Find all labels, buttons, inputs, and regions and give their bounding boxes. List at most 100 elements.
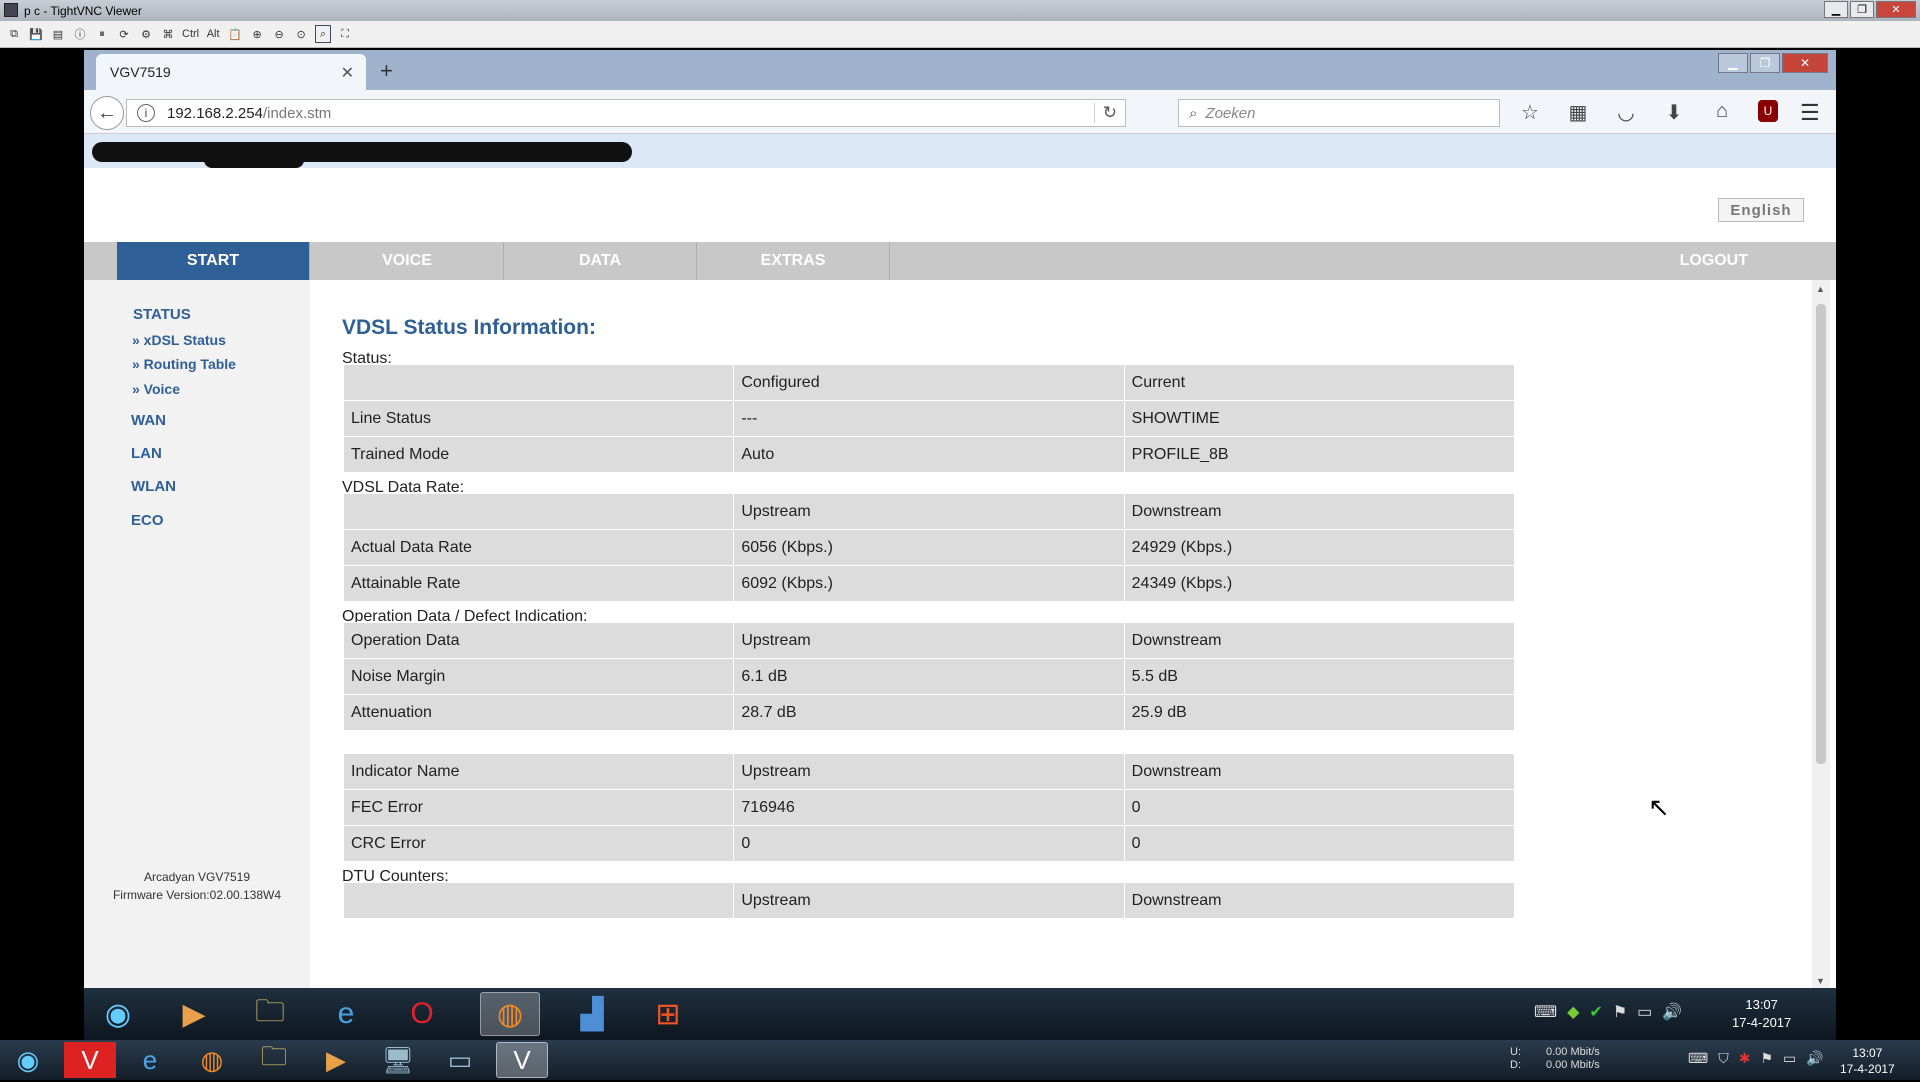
tray-volume-icon[interactable]: 🔊 xyxy=(1662,1002,1682,1022)
scrollbar-thumb[interactable] xyxy=(1816,304,1826,764)
local-tray-network-icon[interactable]: ▭ xyxy=(1783,1050,1796,1067)
main-menu: START VOICE DATA EXTRAS LOGOUT xyxy=(84,242,1836,280)
tray-network-icon[interactable]: ▭ xyxy=(1637,1002,1652,1022)
tightvnc-icon[interactable]: V xyxy=(496,1042,548,1078)
minimize-icon[interactable]: ▁ xyxy=(1824,1,1848,18)
menu-voice[interactable]: VOICE xyxy=(311,242,504,280)
remote-clock[interactable]: 13:07 17-4-2017 xyxy=(1732,996,1791,1032)
status-table: Configured Current Line Status --- SHOWTIME T… xyxy=(343,364,1515,473)
local-media-player-icon[interactable]: ▶ xyxy=(310,1042,362,1078)
logout-button[interactable]: LOGOUT xyxy=(1680,242,1748,280)
ublock-shield-icon[interactable]: U xyxy=(1758,100,1778,122)
menu-extras[interactable]: EXTRAS xyxy=(697,242,890,280)
windows-store-icon[interactable]: ⊞ xyxy=(638,992,698,1036)
tray-update-icon[interactable]: ✔ xyxy=(1589,1002,1602,1022)
local-clock[interactable]: 13:07 17-4-2017 xyxy=(1840,1045,1895,1077)
local-explorer-icon[interactable]: 🗀 xyxy=(248,1041,300,1078)
save-icon[interactable]: 💾 xyxy=(28,25,44,43)
table-row: Attenuation 28.7 dB 25.9 dB xyxy=(344,695,1514,730)
sidebar-sub-xdsl-status[interactable]: » xDSL Status xyxy=(132,332,226,348)
internet-explorer-icon[interactable]: e xyxy=(316,992,376,1036)
tray-keyboard-icon[interactable]: ⌨ xyxy=(1534,1002,1557,1022)
clipboard-icon[interactable]: 📋 xyxy=(227,25,243,43)
network-app-icon[interactable]: ▟ xyxy=(562,992,622,1036)
browser-close-icon[interactable]: ✕ xyxy=(1782,53,1828,73)
menu-data[interactable]: DATA xyxy=(504,242,697,280)
local-taskbar: ◉ V e ◍ 🗀 ▶ 🖥 ▭ V U: 0.00 Mbit/s D: 0.00 M… xyxy=(0,1040,1920,1080)
tray-flag-icon[interactable]: ⚑ xyxy=(1613,1002,1627,1022)
new-connection-icon[interactable]: ⧉ xyxy=(6,25,22,43)
ctrl-button[interactable]: Ctrl xyxy=(182,25,199,43)
sidebar-item-wlan[interactable]: WLAN xyxy=(131,478,176,495)
table-cell: PROFILE_8B xyxy=(1124,437,1514,472)
menu-hamburger-icon[interactable]: ☰ xyxy=(1800,100,1820,126)
alt-button[interactable]: Alt xyxy=(205,25,221,43)
site-info-icon[interactable]: i xyxy=(137,104,155,122)
local-firefox-icon[interactable]: ◍ xyxy=(186,1042,238,1078)
pause-icon[interactable]: ⏸ xyxy=(94,25,110,43)
info-icon[interactable]: ⓘ xyxy=(72,25,88,43)
tab-close-icon[interactable]: ✕ xyxy=(341,63,354,83)
local-tray-antivirus-icon[interactable]: ✱ xyxy=(1739,1050,1751,1067)
local-ie-icon[interactable]: e xyxy=(124,1042,176,1078)
scroll-down-icon[interactable]: ▼ xyxy=(1816,976,1825,986)
zoom-in-icon[interactable]: ⊕ xyxy=(249,25,265,43)
sidebar-item-eco[interactable]: ECO xyxy=(131,512,164,529)
language-button[interactable]: English xyxy=(1718,198,1804,222)
sidebar-item-status[interactable]: STATUS xyxy=(133,306,191,323)
fullscreen-icon[interactable]: ⛶ xyxy=(337,25,353,43)
local-start-orb-icon[interactable]: ◉ xyxy=(2,1042,54,1078)
table-row: Actual Data Rate 6056 (Kbps.) 24929 (Kbps.… xyxy=(344,530,1514,565)
remote-desktop-icon[interactable]: 🖥 xyxy=(372,1042,424,1078)
browser-restore-icon[interactable]: ❐ xyxy=(1750,53,1780,73)
search-input[interactable]: ⌕ Zoeken xyxy=(1178,99,1500,127)
vivaldi-icon[interactable]: V xyxy=(64,1042,116,1078)
tab-vgv7519[interactable]: VGV7519 ✕ xyxy=(96,54,366,90)
new-tab-icon[interactable]: + xyxy=(380,58,393,84)
back-arrow-icon[interactable]: ← xyxy=(90,96,124,130)
window-app-icon[interactable]: ▭ xyxy=(434,1042,486,1078)
local-tray-shield-icon[interactable]: ⛉ xyxy=(1718,1050,1729,1067)
sidebar-item-lan[interactable]: LAN xyxy=(131,445,162,462)
sidebar-item-wan[interactable]: WAN xyxy=(131,412,166,429)
pocket-icon[interactable]: ◡ xyxy=(1614,100,1638,125)
download-icon[interactable]: ⬇ xyxy=(1662,100,1686,125)
ctrl-alt-del-icon[interactable]: ⚙ xyxy=(138,25,154,43)
sidebar-sub-routing-table[interactable]: » Routing Table xyxy=(132,356,236,372)
media-player-icon[interactable]: ▶ xyxy=(164,992,224,1036)
url-bar[interactable]: i 192.168.2.254/index.stm ↻ xyxy=(126,99,1126,127)
scroll-up-icon[interactable]: ▲ xyxy=(1816,284,1825,294)
firefox-icon[interactable]: ◍ xyxy=(480,992,540,1036)
table-row: Indicator Name Upstream Downstream xyxy=(344,754,1514,789)
reload-icon[interactable]: ↻ xyxy=(1093,103,1117,123)
options-icon[interactable]: ▤ xyxy=(50,25,66,43)
bookmark-star-icon[interactable]: ☆ xyxy=(1518,100,1542,125)
reading-list-icon[interactable]: ▦ xyxy=(1566,100,1590,125)
sidebar-sub-voice[interactable]: » Voice xyxy=(132,381,180,397)
local-tray-volume-icon[interactable]: 🔊 xyxy=(1806,1050,1823,1067)
zoom-100-icon[interactable]: ⊙ xyxy=(293,25,309,43)
browser-minimize-icon[interactable]: ▁ xyxy=(1718,53,1748,73)
tray-nvidia-icon[interactable]: ◆ xyxy=(1567,1002,1579,1022)
zoom-out-icon[interactable]: ⊖ xyxy=(271,25,287,43)
table-cell: Line Status xyxy=(344,401,734,436)
opera-icon[interactable]: O xyxy=(392,992,452,1036)
file-explorer-icon[interactable]: 🗀 xyxy=(240,992,300,1036)
navigation-bar: ← i 192.168.2.254/index.stm ↻ ⌕ Zoeken ☆… xyxy=(84,90,1836,134)
local-tray-keyboard-icon[interactable]: ⌨ xyxy=(1688,1050,1708,1067)
network-meter: U: 0.00 Mbit/s D: 0.00 Mbit/s xyxy=(1510,1046,1600,1072)
table-row: Operation Data Upstream Downstream xyxy=(344,623,1514,658)
page-scrollbar[interactable]: ▲ ▼ xyxy=(1812,280,1830,988)
start-orb-icon[interactable]: ◉ xyxy=(88,992,148,1036)
local-tray-flag-icon[interactable]: ⚑ xyxy=(1760,1050,1773,1067)
table-cell: 0 xyxy=(1124,790,1514,825)
menu-start[interactable]: START xyxy=(117,242,310,280)
refresh-icon[interactable]: ⟳ xyxy=(116,25,132,43)
remote-system-tray: ⌨ ◆ ✔ ⚑ ▭ 🔊 xyxy=(1534,1002,1682,1022)
restore-icon[interactable]: ❐ xyxy=(1850,1,1874,18)
close-icon[interactable]: ✕ xyxy=(1876,1,1916,18)
home-icon[interactable]: ⌂ xyxy=(1710,100,1734,125)
table-cell: 5.5 dB xyxy=(1124,659,1514,694)
ctrl-esc-icon[interactable]: ⌘ xyxy=(160,25,176,43)
zoom-fit-icon[interactable]: ⌕ xyxy=(315,25,332,43)
